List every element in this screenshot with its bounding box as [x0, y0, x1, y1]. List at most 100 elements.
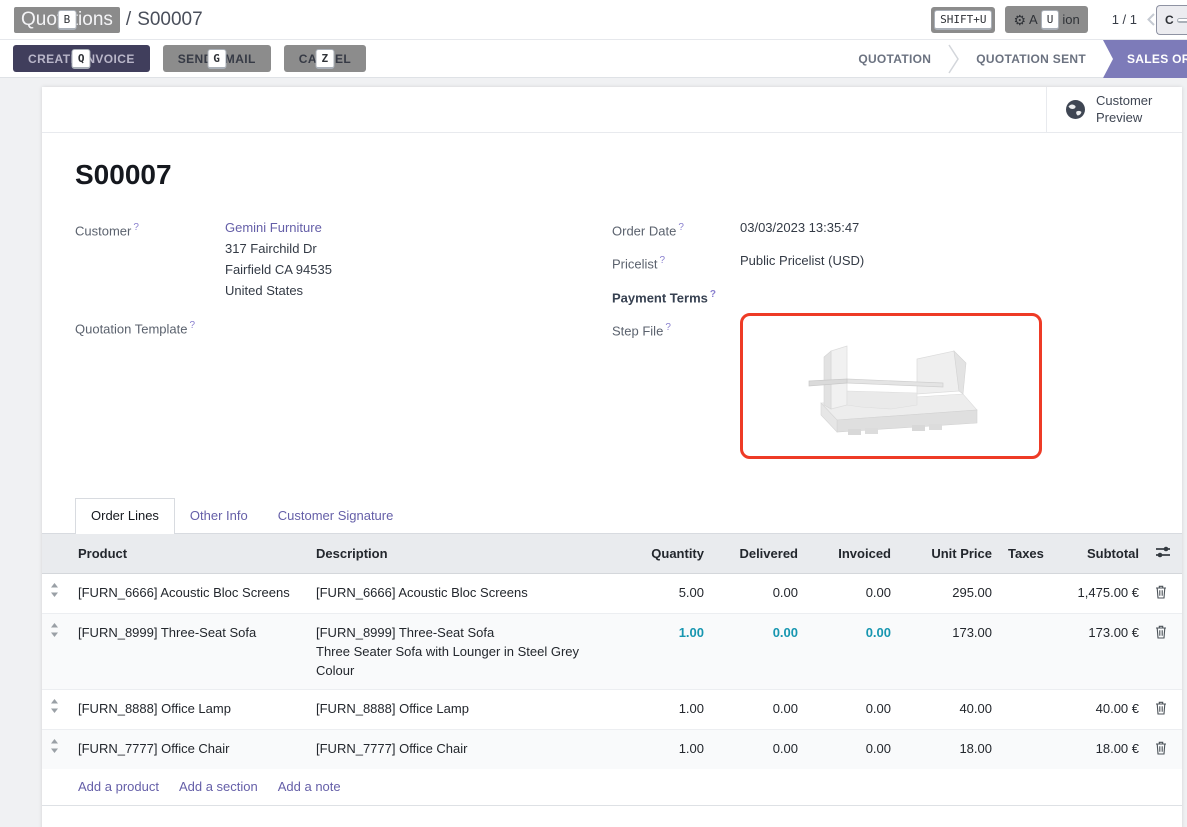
customer-field-label: Customer? [75, 217, 225, 241]
invoiced-cell[interactable]: 0.00 [806, 613, 899, 689]
status-step-quotation-sent[interactable]: QUOTATION SENT [959, 40, 1103, 78]
status-bar: QUOTATION QUOTATION SENT SALES ORDER [841, 40, 1187, 78]
step-file-3d-render [791, 331, 991, 441]
drag-handle-icon[interactable] [50, 583, 59, 597]
create-invoice-button[interactable]: CREATE INVOICE Q [13, 45, 150, 72]
drag-handle-icon[interactable] [50, 739, 59, 753]
top-navbar: Quotations B / S00007 SHIFT+U ⚙ A U ion … [0, 0, 1187, 40]
unit-price-cell[interactable]: 18.00 [899, 729, 1000, 769]
product-cell[interactable]: [FURN_7777] Office Chair [70, 729, 308, 769]
table-header-row: Product Description Quantity Delivered I… [42, 533, 1182, 573]
column-header-quantity[interactable]: Quantity [615, 533, 712, 573]
tab-customer-signature[interactable]: Customer Signature [263, 499, 409, 533]
unit-price-cell[interactable]: 40.00 [899, 689, 1000, 729]
order-date-field-value[interactable]: 03/03/2023 13:35:47 [740, 217, 859, 238]
column-header-description[interactable]: Description [308, 533, 615, 573]
payment-terms-field-label: Payment Terms? [612, 284, 740, 308]
help-marker-icon: ? [190, 320, 196, 331]
description-cell[interactable]: [FURN_6666] Acoustic Bloc Screens [308, 573, 615, 613]
quotation-template-field-label: Quotation Template? [75, 315, 225, 339]
table-row: [FURN_6666] Acoustic Bloc Screens [FURN_… [42, 573, 1182, 613]
product-cell[interactable]: [FURN_8888] Office Lamp [70, 689, 308, 729]
customer-preview-button[interactable]: Customer Preview [1046, 87, 1182, 132]
cancel-button[interactable]: CANCEL Z [284, 45, 366, 72]
quantity-cell[interactable]: 1.00 [615, 689, 712, 729]
pager-value: 1 / 1 [1112, 12, 1137, 27]
content-area: Customer Preview S00007 Customer? Gemini… [0, 78, 1187, 826]
table-add-links: Add a product Add a section Add a note [42, 769, 1182, 806]
optional-columns-icon[interactable] [1155, 544, 1171, 560]
send-email-button[interactable]: SEND EMAIL G [163, 45, 271, 72]
drag-handle-icon[interactable] [50, 623, 59, 637]
delivered-cell[interactable]: 0.00 [712, 573, 806, 613]
page-title: S00007 [42, 133, 1182, 191]
pricelist-field-label: Pricelist? [612, 250, 740, 274]
field-column-left: Customer? Gemini Furniture 317 Fairchild… [75, 217, 612, 468]
subtotal-cell: 173.00 € [1048, 613, 1147, 689]
product-cell[interactable]: [FURN_6666] Acoustic Bloc Screens [70, 573, 308, 613]
delete-row-icon[interactable] [1155, 585, 1167, 599]
step-file-preview[interactable] [740, 313, 1042, 459]
delete-row-icon[interactable] [1155, 701, 1167, 715]
product-cell[interactable]: [FURN_8999] Three-Seat Sofa [70, 613, 308, 689]
edge-cutoff-button[interactable]: C [1156, 5, 1187, 35]
column-header-taxes[interactable]: Taxes [1000, 533, 1048, 573]
pager-previous-icon[interactable] [1147, 13, 1155, 26]
delivered-cell[interactable]: 0.00 [712, 689, 806, 729]
subtotal-cell: 18.00 € [1048, 729, 1147, 769]
hotkey-hint-send-email: G [207, 49, 226, 69]
hotkey-hint-previous: SHIFT+U [931, 7, 995, 33]
action-buttons: CREATE INVOICE Q SEND EMAIL G CANCEL Z [0, 45, 366, 72]
breadcrumb: Quotations B / S00007 [14, 7, 203, 33]
breadcrumb-parent-link[interactable]: Quotations B [14, 7, 120, 33]
help-marker-icon: ? [665, 322, 671, 333]
invoiced-cell[interactable]: 0.00 [806, 573, 899, 613]
add-section-link[interactable]: Add a section [179, 779, 258, 794]
unit-price-cell[interactable]: 173.00 [899, 613, 1000, 689]
delivered-cell[interactable]: 0.00 [712, 613, 806, 689]
action-menu-button[interactable]: ⚙ A U ion [1005, 6, 1087, 33]
column-header-subtotal[interactable]: Subtotal [1048, 533, 1147, 573]
unit-price-cell[interactable]: 295.00 [899, 573, 1000, 613]
hotkey-hint-action: U [1041, 10, 1060, 30]
quantity-cell[interactable]: 1.00 [615, 613, 712, 689]
quantity-cell[interactable]: 1.00 [615, 729, 712, 769]
delete-row-icon[interactable] [1155, 625, 1167, 639]
gear-icon: ⚙ [1013, 13, 1026, 27]
quantity-cell[interactable]: 5.00 [615, 573, 712, 613]
hotkey-hint-edge [1177, 18, 1187, 23]
sheet-footer: Terms and conditions... Total: 1,706.00 … [42, 806, 1182, 827]
order-date-field-label: Order Date? [612, 217, 740, 241]
status-step-sales-order[interactable]: SALES ORDER [1103, 40, 1187, 78]
column-header-unit-price[interactable]: Unit Price [899, 533, 1000, 573]
delete-row-icon[interactable] [1155, 741, 1167, 755]
status-step-quotation[interactable]: QUOTATION [841, 40, 948, 78]
table-row: [FURN_8888] Office Lamp [FURN_8888] Offi… [42, 689, 1182, 729]
column-header-product[interactable]: Product [70, 533, 308, 573]
help-marker-icon: ? [133, 222, 139, 233]
sheet-toolbar: Customer Preview [42, 87, 1182, 133]
breadcrumb-current: S00007 [137, 9, 203, 31]
drag-handle-icon[interactable] [50, 699, 59, 713]
customer-link[interactable]: Gemini Furniture [225, 220, 322, 235]
hotkey-hint-breadcrumb: B [58, 10, 77, 30]
help-marker-icon: ? [678, 222, 684, 233]
table-row: [FURN_8999] Three-Seat Sofa [FURN_8999] … [42, 613, 1182, 689]
taxes-cell[interactable] [1000, 729, 1048, 769]
taxes-cell[interactable] [1000, 573, 1048, 613]
pricelist-field-value[interactable]: Public Pricelist (USD) [740, 250, 864, 271]
delivered-cell[interactable]: 0.00 [712, 729, 806, 769]
add-note-link[interactable]: Add a note [278, 779, 341, 794]
tab-order-lines[interactable]: Order Lines [75, 498, 175, 534]
tab-other-info[interactable]: Other Info [175, 499, 263, 533]
description-cell[interactable]: [FURN_7777] Office Chair [308, 729, 615, 769]
invoiced-cell[interactable]: 0.00 [806, 729, 899, 769]
invoiced-cell[interactable]: 0.00 [806, 689, 899, 729]
taxes-cell[interactable] [1000, 689, 1048, 729]
column-header-delivered[interactable]: Delivered [712, 533, 806, 573]
description-cell[interactable]: [FURN_8999] Three-Seat Sofa Three Seater… [308, 613, 615, 689]
description-cell[interactable]: [FURN_8888] Office Lamp [308, 689, 615, 729]
column-header-invoiced[interactable]: Invoiced [806, 533, 899, 573]
taxes-cell[interactable] [1000, 613, 1048, 689]
add-product-link[interactable]: Add a product [78, 779, 159, 794]
